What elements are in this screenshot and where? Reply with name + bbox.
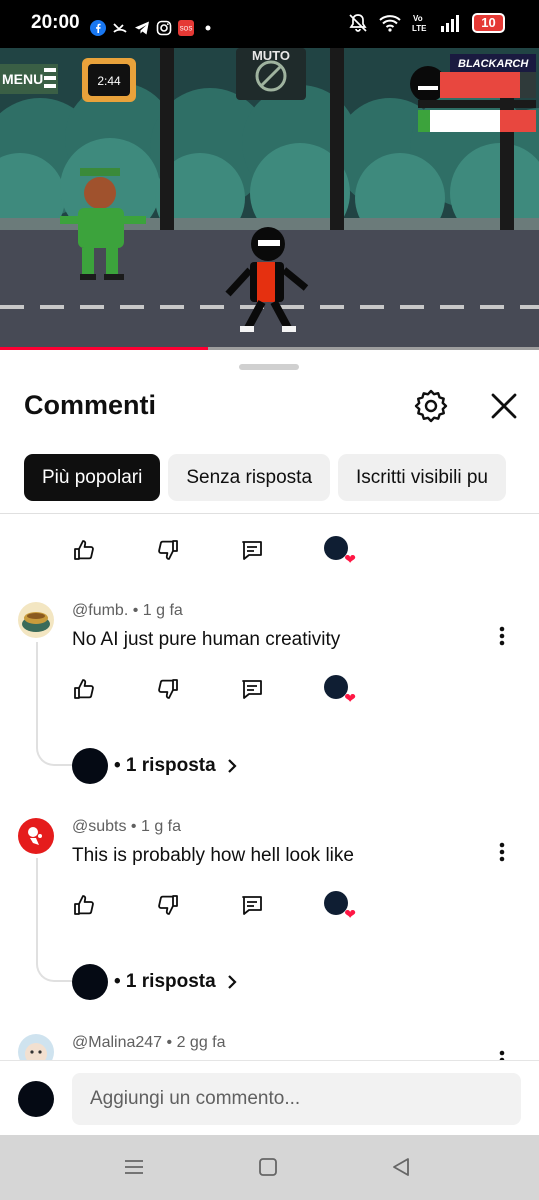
telegram-icon [135,21,149,35]
system-nav-bar [0,1135,539,1200]
heart-icon: ❤ [344,690,356,706]
missed-call-icon [113,23,127,33]
replies-count: • 1 risposta [114,755,216,776]
comment-meta: @fumb. • 1 g fa [72,602,183,620]
avatar[interactable] [18,602,54,638]
thread-line [36,858,72,982]
recents-icon[interactable] [122,1155,146,1179]
sheet-title: Commenti [24,390,157,420]
more-options-icon[interactable] [492,1048,512,1060]
filter-chips: Più popolari Senza risposta Iscritti visib… [24,454,539,502]
meta-separator: • [162,1034,177,1051]
svg-text:Vo: Vo [413,14,423,23]
replies-count: • 1 risposta [114,971,216,992]
chevron-right-icon [227,975,237,989]
comment-meta: @subts • 1 g fa [72,818,181,836]
like-icon[interactable] [72,893,96,917]
volte-icon: VoLTE [412,14,427,33]
comment-author[interactable]: @fumb. [72,602,128,619]
more-options-icon[interactable] [492,840,512,864]
status-bar: 20:00 SOS Vo LTE 10 [0,0,539,48]
comment-item: @fumb. • 1 g fa No AI just pure human cr… [0,594,539,804]
user-avatar [18,1081,54,1117]
comment-text: No AI just pure human creativity [72,629,341,650]
chevron-right-icon [227,759,237,773]
comment-time: 2 gg fa [176,1034,226,1051]
mute-icon [349,14,367,32]
dislike-icon[interactable] [156,677,180,701]
close-icon[interactable] [484,386,524,426]
comment-author[interactable]: @Malina247 [72,1034,162,1051]
avatar-image [22,612,50,632]
game-menu-label: MENU [2,71,43,87]
comment-actions: ❤ [72,536,356,566]
more-options-icon[interactable] [492,624,512,648]
wifi-icon [379,15,401,32]
replies-toggle[interactable]: • 1 risposta [72,748,242,784]
battery-indicator: 10 [472,13,505,33]
creator-heart-badge: ❤ [324,536,356,566]
dislike-icon[interactable] [156,538,180,562]
svg-text:SOS: SOS [180,27,193,33]
facebook-icon [90,20,106,36]
comment-actions: ❤ [72,891,356,921]
comment-meta: @Malina247 • 2 gg fa [72,1034,226,1052]
chip-piu-popolari[interactable]: Più popolari [24,454,161,501]
game-mute-label: MUTO [252,48,290,63]
settings-gear-icon[interactable] [411,386,451,426]
dot-icon [205,25,211,31]
like-icon[interactable] [72,677,96,701]
comments-sheet: Commenti Più popolari Senza risposta Iscri… [0,350,539,1135]
heart-icon: ❤ [344,906,356,922]
reply-icon[interactable] [240,538,264,562]
add-comment-bar [0,1060,539,1135]
thread-line [36,642,72,766]
creator-heart-badge: ❤ [324,891,356,921]
system-icons: Vo LTE 10 [348,13,505,33]
comment-item: @Malina247 • 2 gg fa [0,1026,539,1060]
comment-item: @subts • 1 g fa This is probably how hel… [0,810,539,1020]
status-time: 20:00 [31,12,80,33]
video-player[interactable]: MENU 2:44 MUTO BLACKARCH [0,48,539,350]
like-icon[interactable] [72,538,96,562]
meta-separator: • [128,602,143,619]
comment-time: 1 g fa [140,818,182,835]
comment-actions: ❤ [72,675,356,705]
back-icon[interactable] [389,1155,413,1179]
replies-toggle[interactable]: • 1 risposta [72,964,242,1000]
game-timer: 2:44 [97,74,121,88]
comment-time: 1 g fa [142,602,183,619]
chip-iscritti-visibili[interactable]: Iscritti visibili pu [338,454,507,501]
heart-icon: ❤ [344,551,356,567]
avatar-image [25,1043,47,1060]
dislike-icon[interactable] [156,893,180,917]
comment-list[interactable]: ❤ @fumb. • 1 g fa No AI just pure human … [0,514,539,1060]
reply-avatar [72,964,108,1000]
reply-icon[interactable] [240,677,264,701]
avatar-image [28,827,42,845]
add-comment-input[interactable] [72,1073,521,1125]
home-icon[interactable] [256,1155,280,1179]
comment-author[interactable]: @subts [72,818,126,835]
instagram-icon [156,20,172,36]
creator-heart-badge: ❤ [324,675,356,705]
avatar[interactable] [18,1034,54,1060]
sos-icon: SOS [178,20,194,36]
chip-senza-risposta[interactable]: Senza risposta [168,454,331,501]
signal-icon [441,15,459,32]
svg-text:LTE: LTE [412,24,427,33]
reply-icon[interactable] [240,893,264,917]
avatar[interactable] [18,818,54,854]
reply-avatar [72,748,108,784]
video-frame: MENU 2:44 MUTO BLACKARCH [0,48,539,350]
drag-handle[interactable] [239,364,299,370]
player-name: BLACKARCH [458,58,529,70]
meta-separator: • [126,818,141,835]
comment-text: This is probably how hell look like [72,845,354,866]
notification-icons: SOS [90,20,216,36]
